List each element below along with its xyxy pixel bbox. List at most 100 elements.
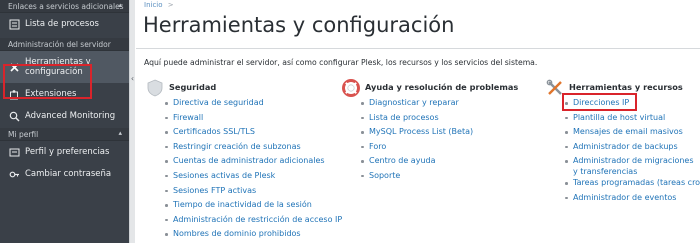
bullet xyxy=(165,160,168,163)
link-label: Plantilla de host virtual xyxy=(573,112,666,122)
highlight-box-ip-addresses xyxy=(562,93,637,111)
bullet xyxy=(165,233,168,236)
sidebar-item-change-password[interactable]: Cambiar contraseña xyxy=(0,163,129,185)
sidebar-divider xyxy=(129,0,135,243)
link-label: Lista de procesos xyxy=(369,112,439,122)
link-label: Firewall xyxy=(173,112,204,122)
bullet xyxy=(565,131,568,134)
link-label: Administración de restricción de acceso … xyxy=(173,214,343,224)
link-scheduled-tasks[interactable]: Tareas programadas (tareas cron) xyxy=(545,176,700,191)
link-prohibited-domains[interactable]: Nombres de dominio prohibidos xyxy=(145,227,342,242)
bullet xyxy=(165,145,168,149)
highlight-box-sidebar xyxy=(3,64,92,99)
bullet xyxy=(565,145,568,149)
link-active-plesk-sessions[interactable]: Sesiones activas de Plesk xyxy=(145,169,342,184)
sidebar-section-my-profile[interactable]: Mi perfil ▴ xyxy=(0,128,129,141)
list-icon xyxy=(9,19,20,30)
link-label: Diagnosticar y reparar xyxy=(369,98,459,107)
bullet xyxy=(165,116,168,120)
section-label: Mi perfil xyxy=(8,130,39,139)
link-diagnose-repair[interactable]: Diagnosticar y reparar xyxy=(341,96,518,111)
link-label: Tareas programadas (tareas cron) xyxy=(573,178,700,188)
bullet xyxy=(165,204,168,207)
breadcrumb-separator: > xyxy=(167,1,174,9)
link-additional-admins[interactable]: Cuentas de administrador adicionales xyxy=(145,154,342,169)
chevron-up-icon[interactable]: ▴ xyxy=(118,129,122,137)
tools-links: Direcciones IP Plantilla de host virtual… xyxy=(545,96,700,206)
sidebar-item-advanced-monitoring[interactable]: Advanced Monitoring xyxy=(0,105,129,127)
magnifier-icon xyxy=(9,111,20,122)
sidebar-section-additional-services[interactable]: Enlaces a servicios adicionales ▴ xyxy=(0,0,129,13)
breadcrumb: Inicio > xyxy=(144,1,174,9)
link-session-idle-time[interactable]: Tiempo de inactividad de la sesión xyxy=(145,198,342,213)
bullet xyxy=(165,218,168,222)
section-security: Seguridad Directiva de seguridad Firewal… xyxy=(145,79,342,242)
link-label: MySQL Process List (Beta) xyxy=(369,127,474,137)
sidebar-section-server-admin[interactable]: Administración del servidor xyxy=(0,38,129,51)
section-help-troubleshooting: Ayuda y resolución de problemas Diagnost… xyxy=(341,79,519,184)
link-migration-manager[interactable]: Administrador de migraciones y transfere… xyxy=(545,154,700,176)
link-label: Nombres de dominio prohibidos xyxy=(173,229,301,239)
link-ip-access-restriction[interactable]: Administración de restricción de acceso … xyxy=(145,213,342,228)
link-event-manager[interactable]: Administrador de eventos xyxy=(545,191,700,206)
breadcrumb-home-link[interactable]: Inicio xyxy=(144,1,163,9)
link-label: Cuentas de administrador adicionales xyxy=(173,156,325,166)
bullet xyxy=(565,160,568,163)
link-firewall[interactable]: Firewall xyxy=(145,111,342,126)
link-label: Foro xyxy=(369,141,387,151)
section-heading-label: Ayuda y resolución de problemas xyxy=(365,82,519,92)
link-security-policy[interactable]: Directiva de seguridad xyxy=(145,96,342,111)
link-label: Certificados SSL/TLS xyxy=(173,127,255,137)
link-virtual-host-template[interactable]: Plantilla de host virtual xyxy=(545,111,700,126)
bullet xyxy=(165,131,168,134)
link-mass-email[interactable]: Mensajes de email masivos xyxy=(545,125,700,140)
bullet xyxy=(565,196,568,200)
section-heading: Ayuda y resolución de problemas xyxy=(341,79,519,97)
bullet xyxy=(165,174,168,178)
page-title: Herramientas y configuración xyxy=(143,13,455,37)
bullet xyxy=(565,182,568,185)
section-heading-label: Seguridad xyxy=(169,82,217,92)
link-backup-manager[interactable]: Administrador de backups xyxy=(545,140,700,155)
lifebuoy-icon xyxy=(342,79,360,97)
link-process-list[interactable]: Lista de procesos xyxy=(341,111,518,126)
key-icon xyxy=(9,169,20,180)
link-label: Administrador de migraciones y transfere… xyxy=(573,156,694,176)
link-mysql-process-list[interactable]: MySQL Process List (Beta) xyxy=(341,125,518,140)
chevron-up-icon[interactable]: ▴ xyxy=(118,1,122,9)
bullet xyxy=(361,116,364,120)
section-heading: Seguridad xyxy=(145,79,342,97)
link-support[interactable]: Soporte xyxy=(341,169,518,184)
link-label: Directiva de seguridad xyxy=(173,98,264,107)
sidebar-item-label: Cambiar contraseña xyxy=(25,169,112,179)
link-label: Tiempo de inactividad de la sesión xyxy=(173,200,312,210)
bullet xyxy=(565,116,568,120)
sidebar: Enlaces a servicios adicionales ▴ Lista … xyxy=(0,0,129,243)
section-label: Administración del servidor xyxy=(8,40,111,49)
section-heading-label: Herramientas y recursos xyxy=(569,82,683,92)
link-help-center[interactable]: Centro de ayuda xyxy=(341,154,518,169)
collapse-sidebar-button[interactable]: ‹ xyxy=(129,72,136,86)
link-ssl-certificates[interactable]: Certificados SSL/TLS xyxy=(145,125,342,140)
divider xyxy=(136,48,700,49)
profile-icon xyxy=(9,147,20,158)
bullet xyxy=(165,189,168,193)
main-content: Inicio > Herramientas y configuración Aq… xyxy=(136,0,700,243)
sidebar-item-profile-preferences[interactable]: Perfil y preferencias xyxy=(0,141,129,163)
help-links: Diagnosticar y reparar Lista de procesos… xyxy=(341,96,518,184)
page-intro: Aquí puede administrar el servidor, así … xyxy=(144,58,538,67)
link-label: Restringir creación de subzonas xyxy=(173,141,301,151)
sidebar-item-label: Advanced Monitoring xyxy=(25,111,116,121)
link-label: Sesiones FTP activas xyxy=(173,185,257,195)
sidebar-item-process-list[interactable]: Lista de procesos xyxy=(0,13,129,35)
shield-icon xyxy=(146,79,164,97)
bullet xyxy=(361,174,364,178)
link-active-ftp-sessions[interactable]: Sesiones FTP activas xyxy=(145,184,342,199)
link-restrict-subzones[interactable]: Restringir creación de subzonas xyxy=(145,140,342,155)
sidebar-item-label: Perfil y preferencias xyxy=(25,147,110,157)
bullet xyxy=(361,145,364,149)
link-forum[interactable]: Foro xyxy=(341,140,518,155)
bullet xyxy=(165,102,168,105)
section-heading: Herramientas y recursos xyxy=(545,79,700,95)
link-label: Centro de ayuda xyxy=(369,156,436,166)
